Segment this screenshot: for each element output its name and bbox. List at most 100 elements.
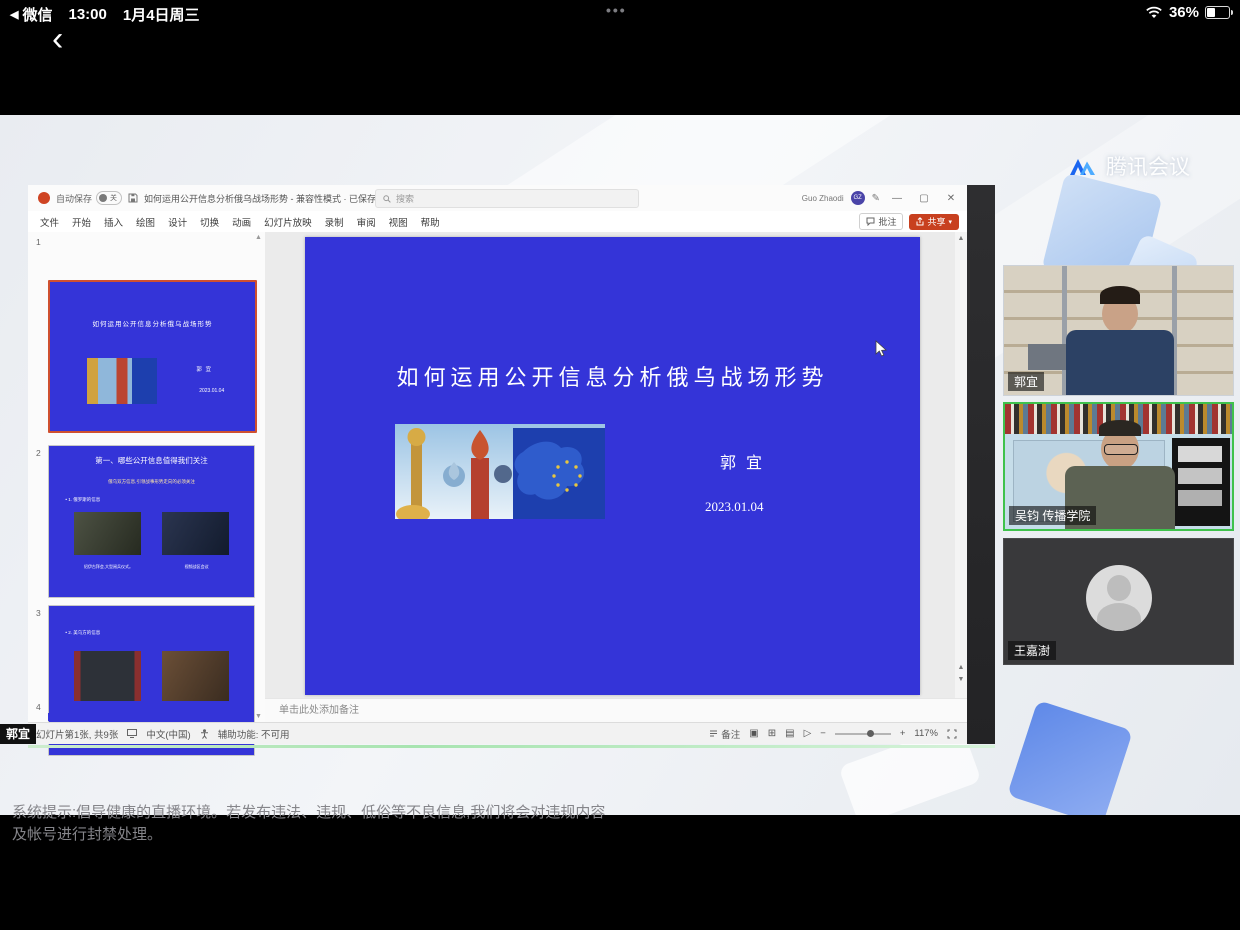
normal-view-button[interactable]: ▣ <box>749 728 758 739</box>
search-placeholder: 搜索 <box>396 192 414 205</box>
participant-video-1[interactable]: 郭宜 <box>1003 265 1234 396</box>
notes-toggle-button[interactable]: 备注 <box>709 727 740 741</box>
notes-toggle-label: 备注 <box>721 727 740 741</box>
tab-animations[interactable]: 动画 <box>232 215 251 229</box>
tab-view[interactable]: 视图 <box>389 215 408 229</box>
fit-to-window-icon[interactable] <box>947 729 957 739</box>
current-slide[interactable]: 如何运用公开信息分析俄乌战场形势 <box>305 237 920 695</box>
save-icon[interactable] <box>128 193 138 203</box>
system-warning-line2: 及帐号进行封禁处理。 <box>12 823 162 844</box>
thumb2-bullet: • 1. 俄罗斯的信息 <box>65 497 100 503</box>
slide-thumbnail-1[interactable]: 如何运用公开信息分析俄乌战场形势 郭 宜 2023.01.04 <box>48 280 257 433</box>
participant-name: 王嘉澍 <box>1008 641 1056 660</box>
slideshow-button[interactable]: ▷ <box>804 728 812 739</box>
thumb1-date: 2023.01.04 <box>199 388 224 394</box>
search-icon <box>383 195 391 203</box>
multitask-dots-icon[interactable]: ••• <box>606 2 627 18</box>
battery-icon <box>1205 6 1230 19</box>
back-triangle-icon: ◀ <box>10 8 18 21</box>
comments-button[interactable]: 批注 <box>859 213 903 230</box>
search-input[interactable]: 搜索 <box>375 189 639 208</box>
screen: ◀ 微信 13:00 1月4日周三 ••• 36% ‹ <box>0 0 1240 930</box>
avatar-head <box>1107 575 1131 601</box>
slide-editing-area: 如何运用公开信息分析俄乌战场形势 <box>265 232 955 698</box>
slide-scrollbar[interactable]: ▲ ▲ ▼ <box>955 232 967 698</box>
back-button[interactable]: ‹ <box>52 22 63 56</box>
zoom-in-button[interactable]: + <box>900 728 906 739</box>
ppt-status-bar: 幻灯片第1张, 共9张 中文(中国) 辅助功能: 不可用 备注 ▣ <box>28 722 967 744</box>
person-body <box>1066 330 1174 396</box>
document-title[interactable]: 如何运用公开信息分析俄乌战场形势 - 兼容性模式 · 已保存到此电脑 <box>144 192 404 205</box>
account-avatar[interactable]: GZ <box>851 191 865 205</box>
zoom-out-button[interactable]: − <box>820 728 826 739</box>
display-icon <box>127 729 137 738</box>
tencent-meeting-logo-icon <box>1068 155 1098 177</box>
account-name[interactable]: Guo Zhaodi <box>802 194 844 203</box>
thumb2-photo-left <box>74 512 142 554</box>
decor-cube <box>1007 700 1133 815</box>
tab-home[interactable]: 开始 <box>72 215 91 229</box>
tab-help[interactable]: 帮助 <box>421 215 440 229</box>
language-status[interactable]: 中文(中国) <box>146 727 190 741</box>
participant-name: 吴钧 传播学院 <box>1009 506 1096 525</box>
back-app-label: 微信 <box>22 4 52 25</box>
share-icon <box>916 217 924 226</box>
mouse-cursor-icon <box>875 340 887 357</box>
slide-thumbnail-2[interactable]: 第一、哪些公开信息值得我们关注 俄乌双方信息,引领战事形势走向的必须关注 • 1… <box>48 445 255 598</box>
photo <box>1178 468 1222 484</box>
tab-review[interactable]: 审阅 <box>357 215 376 229</box>
accessibility-status[interactable]: 辅助功能: 不可用 <box>218 727 290 741</box>
tab-design[interactable]: 设计 <box>168 215 187 229</box>
toggle-knob-icon <box>99 194 107 202</box>
return-to-app[interactable]: ◀ 微信 <box>10 4 52 25</box>
date: 1月4日周三 <box>123 4 200 25</box>
scroll-up-icon[interactable]: ▲ <box>254 234 263 241</box>
scroll-up-icon[interactable]: ▲ <box>955 235 967 242</box>
accessibility-icon <box>200 729 209 739</box>
next-slide-icon[interactable]: ▼ <box>955 676 967 683</box>
powerpoint-app-icon <box>38 192 50 204</box>
thumb3-bullet: • 2. 美乌方的信息 <box>65 630 100 636</box>
participant-video-2-active[interactable]: 吴钧 传播学院 <box>1003 402 1234 531</box>
tab-record[interactable]: 录制 <box>325 215 344 229</box>
zoom-level[interactable]: 117% <box>914 728 938 739</box>
slide-sorter-button[interactable]: ⊞ <box>768 728 776 739</box>
thumbnail-scrollbar[interactable]: ▲ ▼ <box>254 234 263 720</box>
tab-file[interactable]: 文件 <box>40 215 59 229</box>
system-warning-line1: 系统提示:倡导健康的直播环境。若发布违法、违规、低俗等不良信息,我们将会对违规内… <box>12 801 605 822</box>
share-button[interactable]: 共享 ▾ <box>909 214 959 230</box>
close-button[interactable]: ✕ <box>941 193 961 204</box>
thumb3-photo-left <box>74 651 142 702</box>
notes-placeholder: 单击此处添加备注 <box>279 705 359 716</box>
photo-panel <box>1172 438 1230 526</box>
tab-slideshow[interactable]: 幻灯片放映 <box>264 215 312 229</box>
minimize-button[interactable]: — <box>887 193 907 204</box>
thumb2-caption-left: 绍伊古拜会,大型阅兵仪式。 <box>67 564 149 570</box>
thumb3-photo-right <box>162 651 230 702</box>
participant-video-3[interactable]: 王嘉澍 <box>1003 538 1234 665</box>
thumb2-subtitle: 俄乌双方信息,引领战事形势走向的必须关注 <box>49 479 254 485</box>
slide-counter: 幻灯片第1张, 共9张 <box>36 727 118 741</box>
powerpoint-window: 自动保存 关 如何运用公开信息分析俄乌战场形势 - 兼容性模式 · 已保存到此电… <box>28 185 967 744</box>
zoom-slider-knob[interactable] <box>867 730 874 737</box>
previous-slide-icon[interactable]: ▲ <box>955 664 967 671</box>
autosave-toggle[interactable]: 关 <box>96 191 122 205</box>
wifi-icon <box>1145 6 1163 19</box>
restore-button[interactable]: ▢ <box>914 193 934 204</box>
notes-pane[interactable]: 单击此处添加备注 <box>265 698 967 722</box>
avatar-placeholder <box>1086 565 1152 631</box>
photo <box>1178 490 1222 506</box>
slide-thumbnail-4-partial[interactable] <box>48 713 253 721</box>
participant-name: 郭宜 <box>1008 372 1044 391</box>
glasses <box>1104 444 1138 455</box>
thumb2-title: 第一、哪些公开信息值得我们关注 <box>49 455 254 466</box>
pen-icon[interactable]: ✎ <box>872 193 880 204</box>
comment-bubble-icon <box>866 217 875 226</box>
tab-insert[interactable]: 插入 <box>104 215 123 229</box>
tab-draw[interactable]: 绘图 <box>136 215 155 229</box>
scroll-down-icon[interactable]: ▼ <box>254 713 263 720</box>
share-label: 共享 <box>927 215 945 228</box>
reading-view-button[interactable]: ▤ <box>785 728 794 739</box>
tab-transitions[interactable]: 切换 <box>200 215 219 229</box>
zoom-slider[interactable] <box>835 733 891 735</box>
